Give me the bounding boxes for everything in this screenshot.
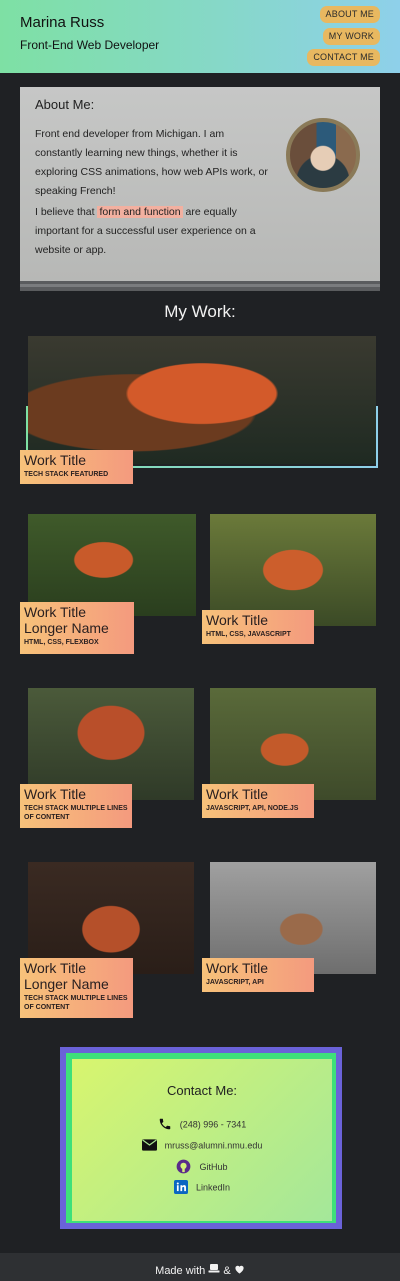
github-icon [176,1159,191,1176]
work-title: Work Title Longer Name [24,604,109,636]
work-label: Work Title JAVASCRIPT, API [202,958,314,992]
work-stack: HTML, CSS, JAVASCRIPT [206,631,291,638]
work-card-3[interactable]: Work Title HTML, CSS, JAVASCRIPT [202,514,378,654]
work-stack: TECH STACK FEATURED [24,471,109,478]
laptop-icon [208,1253,220,1281]
work-label: Work Title JAVASCRIPT, API, NODE.JS [202,784,314,818]
work-label: Work Title Longer Name TECH STACK MULTIP… [20,958,133,1018]
work-stack: JAVASCRIPT, API, NODE.JS [206,805,299,812]
linkedin-icon [173,1180,188,1196]
work-card-2[interactable]: Work Title Longer Name HTML, CSS, FLEXBO… [20,514,196,654]
envelope-icon [141,1139,157,1153]
contact-linkedin-text: LinkedIn [195,1182,231,1193]
work-label: Work Title Longer Name HTML, CSS, FLEXBO… [20,602,134,654]
work-label-featured: Work Title TECH STACK FEATURED [20,450,133,484]
contact-phone-text: (248) 996 - 7341 [179,1119,247,1130]
site-header: Marina Russ Front-End Web Developer ABOU… [0,0,400,73]
work-stack: JAVASCRIPT, API [206,979,264,986]
work-card-6[interactable]: Work Title Longer Name TECH STACK MULTIP… [20,862,196,1022]
work-title: Work Title [206,960,268,976]
nav-contact-button[interactable]: CONTACT ME [307,49,380,66]
site-role: Front-End Web Developer [20,38,160,52]
about-p2-highlight: form and function [97,206,183,218]
work-card-4[interactable]: Work Title TECH STACK MULTIPLE LINES OF … [20,688,196,828]
work-title: Work Title Longer Name [24,960,109,992]
phone-icon [158,1117,172,1133]
work-photo-featured [28,336,376,464]
contact-section: Contact Me: (248) 996 - 7341 mruss@alumn… [60,1047,342,1229]
work-title: Work Title [206,612,268,628]
contact-card: Contact Me: (248) 996 - 7341 mruss@alumn… [72,1059,332,1221]
about-title: About Me: [35,97,95,112]
work-card-7[interactable]: Work Title JAVASCRIPT, API [202,862,378,1002]
contact-phone[interactable]: (248) 996 - 7341 [72,1117,332,1133]
work-title: Work Title [24,786,86,802]
work-stack: TECH STACK MULTIPLE LINES OF CONTENT [24,995,128,1011]
about-paragraph-2: I believe that form and function are equ… [35,203,270,260]
work-photo [28,514,196,616]
contact-email-text: mruss@alumni.nmu.edu [164,1140,263,1151]
contact-title: Contact Me: [166,1083,238,1098]
contact-linkedin[interactable]: LinkedIn [72,1180,332,1196]
footer: Made with & [0,1253,400,1281]
work-card-featured[interactable]: Work Title TECH STACK FEATURED [20,336,380,486]
about-p2-before: I believe that [35,206,95,218]
work-title: Work Title [206,786,268,802]
avatar [286,118,360,192]
about-paragraph-1: Front end developer from Michigan. I am … [35,128,268,197]
footer-amp: & [223,1265,231,1277]
contact-github-text: GitHub [199,1161,228,1172]
contact-github[interactable]: GitHub [72,1159,332,1176]
work-stack: HTML, CSS, FLEXBOX [24,639,99,646]
work-card-5[interactable]: Work Title JAVASCRIPT, API, NODE.JS [202,688,378,828]
work-heading: My Work: [164,302,236,321]
site-name: Marina Russ [20,14,105,31]
footer-made-with: Made with [155,1265,206,1277]
work-title: Work Title [24,452,86,468]
nav-about-button[interactable]: ABOUT ME [319,6,380,23]
heart-icon [234,1253,245,1281]
nav-work-button[interactable]: MY WORK [322,28,380,45]
work-label: Work Title TECH STACK MULTIPLE LINES OF … [20,784,132,828]
work-stack: TECH STACK MULTIPLE LINES OF CONTENT [24,805,128,821]
about-section: About Me: Front end developer from Michi… [20,87,380,291]
work-label: Work Title HTML, CSS, JAVASCRIPT [202,610,314,644]
contact-email[interactable]: mruss@alumni.nmu.edu [72,1139,332,1153]
